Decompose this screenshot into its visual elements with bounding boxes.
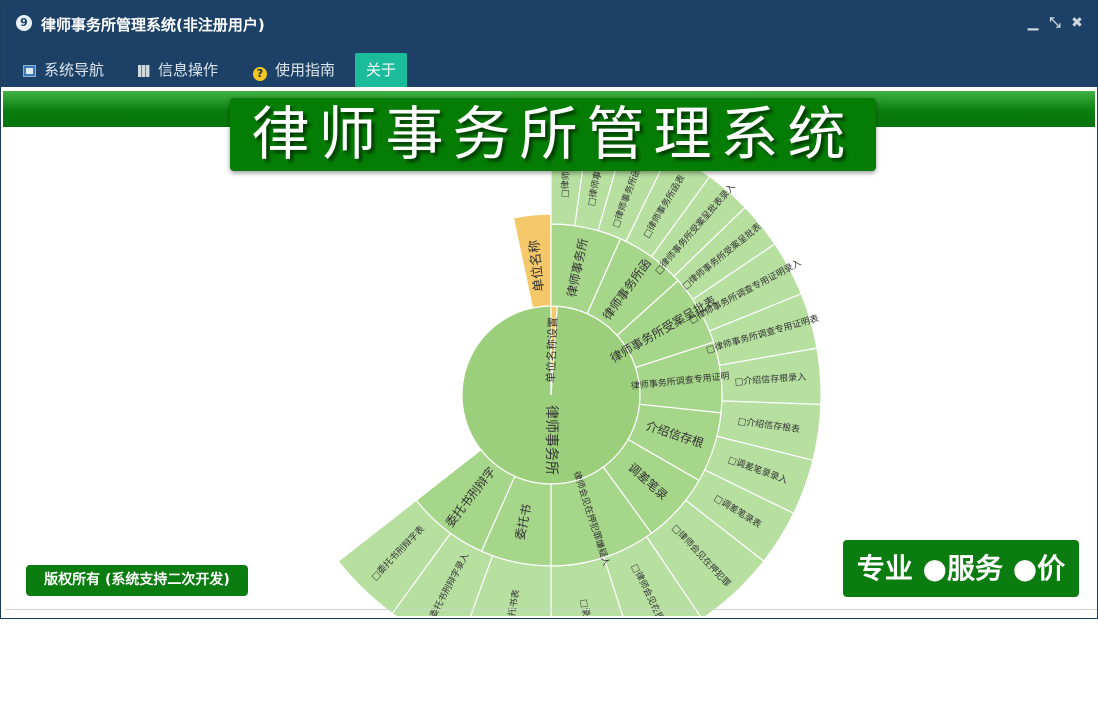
grid-icon — [138, 65, 150, 77]
minimize-icon[interactable]: ▁ — [1025, 15, 1041, 31]
app-window: 9 律师事务所管理系统(非注册用户) ▁ ⤡ ✖ 系统导航 信息操作 ? 使用指南… — [0, 0, 1098, 619]
menu-system-nav-label: 系统导航 — [44, 61, 105, 79]
menu-user-guide-label: 使用指南 — [275, 61, 336, 79]
footer-divider — [5, 609, 1097, 610]
menu-bar: 系统导航 信息操作 ? 使用指南 关于 — [1, 45, 1097, 87]
restore-icon[interactable]: ⤡ — [1047, 15, 1063, 31]
slogan-badge: 专业 ●服务 ●价值 — [843, 540, 1079, 616]
window-title: 律师事务所管理系统(非注册用户) — [41, 16, 265, 34]
close-icon[interactable]: ✖ — [1069, 15, 1085, 31]
menu-system-nav[interactable]: 系统导航 — [23, 53, 104, 87]
banner-title: 律师事务所管理系统 — [251, 100, 855, 168]
menu-about[interactable]: 关于 — [355, 53, 408, 87]
banner: 律师事务所管理系统 — [230, 98, 876, 171]
main-content: 律师事务所 单位名称设置 单位名称 律师事务所 律师事务所函 律师事务所受案呈批表 律师事务… — [3, 89, 1095, 616]
copyright-badge: 版权所有 (系统支持二次开发) — [26, 565, 248, 596]
monitor-icon — [23, 65, 36, 77]
title-bar[interactable]: 9 律师事务所管理系统(非注册用户) ▁ ⤡ ✖ — [1, 1, 1097, 45]
help-icon: ? — [253, 67, 267, 81]
sunburst-root-label: 律师事务所 — [543, 405, 559, 475]
menu-user-guide[interactable]: ? 使用指南 — [253, 53, 335, 87]
app-logo-icon: 9 — [16, 15, 32, 31]
menu-info-ops-label: 信息操作 — [158, 61, 219, 79]
sunburst-unit-label: 单位名称设置 — [543, 317, 559, 383]
menu-info-ops[interactable]: 信息操作 — [138, 53, 218, 87]
